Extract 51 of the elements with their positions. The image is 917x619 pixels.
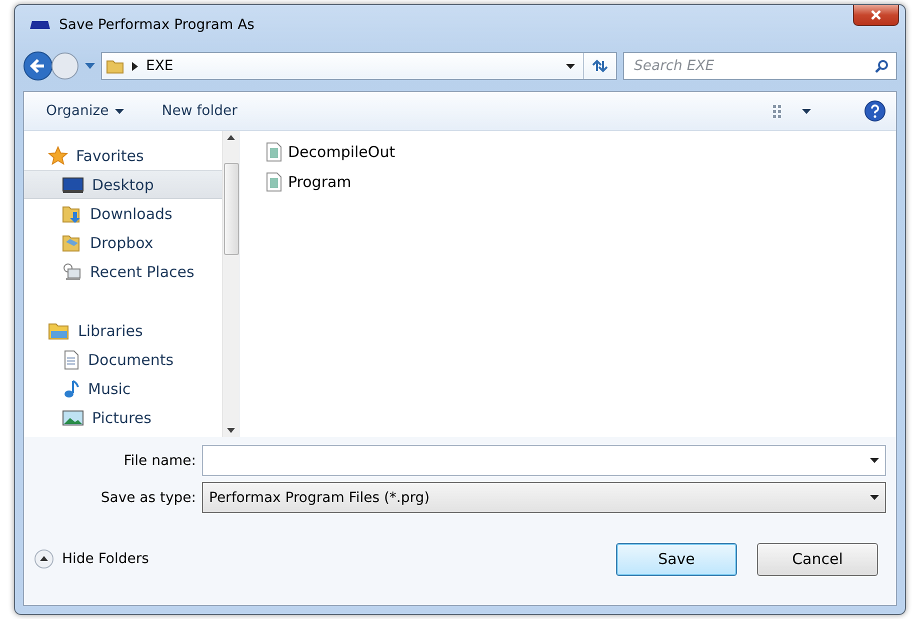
sidebar-item[interactable]: Downloads: [24, 199, 222, 228]
refresh-icon[interactable]: [591, 59, 609, 73]
app-icon: [29, 20, 51, 30]
toolbar-button[interactable]: New folder: [154, 99, 246, 123]
sidebar-item[interactable]: Favorites: [24, 141, 222, 170]
sidebar-item[interactable]: Pictures: [24, 403, 222, 432]
collapse-icon: [34, 549, 54, 569]
sidebar-item[interactable]: Desktop: [24, 170, 222, 199]
sidebar-item[interactable]: Music: [24, 374, 222, 403]
scroll-down-icon[interactable]: [227, 428, 235, 433]
monitor-icon: [62, 176, 84, 194]
star-icon: [48, 146, 68, 166]
library-folder-icon: [48, 320, 70, 340]
field-label: File name:: [122, 452, 197, 468]
folder-box-icon: [62, 232, 82, 252]
recent-places-icon: [62, 262, 82, 282]
caret-icon: [114, 108, 124, 114]
scroll-up-icon[interactable]: [227, 135, 235, 140]
file-icon: [266, 142, 282, 162]
breadcrumb-item[interactable]: EXE: [146, 58, 174, 74]
search-field[interactable]: Search EXE: [623, 52, 897, 80]
picture-icon: [62, 408, 84, 426]
file-item[interactable]: DecompileOut: [266, 137, 896, 167]
breadcrumb-arrow-icon: [132, 62, 138, 70]
sidebar-item[interactable]: Recent Places: [24, 257, 222, 286]
file-type-dropdown[interactable]: Performax Program Files (*.prg): [202, 482, 886, 513]
window-title: Save Performax Program As: [59, 17, 254, 33]
dialog-button[interactable]: Save: [616, 542, 737, 576]
close-icon: [870, 10, 882, 20]
field-label: Save as type:: [100, 490, 197, 506]
file-name-field[interactable]: [202, 445, 886, 476]
file-icon: [266, 172, 282, 192]
close-button[interactable]: [853, 5, 899, 26]
hide-folders-button[interactable]: Hide Folders: [34, 549, 149, 569]
view-options-icon[interactable]: [772, 104, 812, 118]
dropdown-icon[interactable]: [870, 458, 879, 463]
sidebar-item[interactable]: Documents: [24, 345, 222, 374]
back-icon[interactable]: [23, 51, 53, 81]
document-icon: [62, 350, 80, 370]
file-item[interactable]: Program: [266, 167, 896, 197]
folder-download-icon: [62, 204, 82, 224]
scrollbar[interactable]: [222, 131, 239, 437]
help-icon[interactable]: [864, 100, 886, 122]
sidebar-item[interactable]: Libraries: [24, 316, 222, 345]
music-note-icon: [62, 378, 80, 398]
sidebar-item[interactable]: Dropbox: [24, 228, 222, 257]
dialog-button[interactable]: Cancel: [757, 542, 878, 576]
toolbar-button[interactable]: Organize: [38, 99, 132, 123]
dropdown-icon[interactable]: [566, 64, 575, 68]
dropdown-icon: [870, 495, 879, 500]
address-bar[interactable]: EXE: [101, 52, 617, 80]
